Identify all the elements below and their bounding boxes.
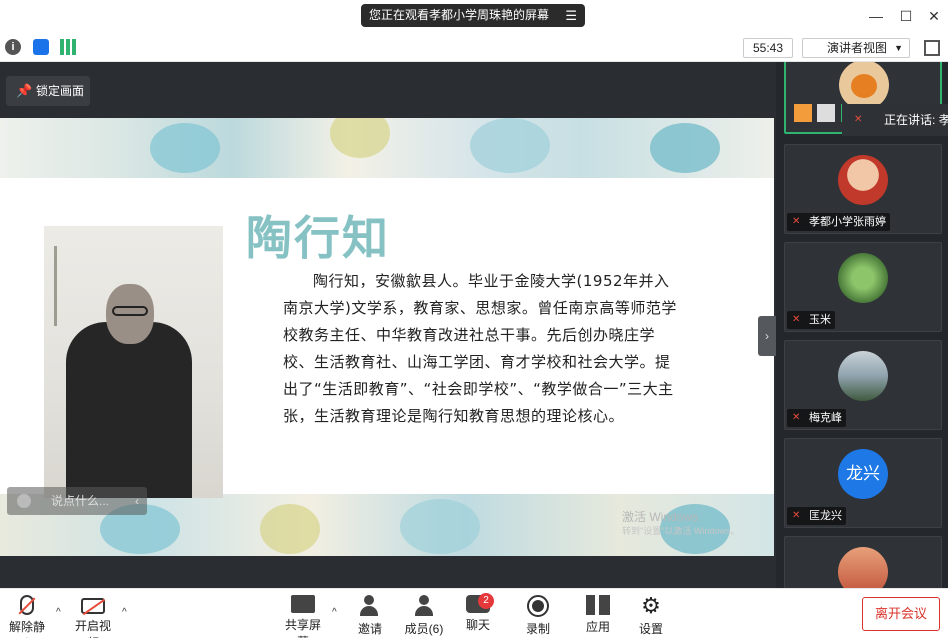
add-user-icon: [358, 595, 382, 617]
participant-name: ✕ 玉米: [787, 311, 835, 329]
shared-screen: 📌 锁定画面 陶行知 陶行知，安徽歙县人。毕业于金陵大学(1952年并入南京大学…: [0, 62, 776, 588]
settings-button[interactable]: ⚙ 设置: [637, 595, 665, 637]
start-video-button[interactable]: 开启视频: [70, 595, 116, 638]
user-icon[interactable]: [794, 104, 812, 122]
slide-body-text: 陶行知，安徽歙县人。毕业于金陵大学(1952年并入南京大学)文学系，教育家、思想…: [283, 272, 677, 425]
title-bar: 您正在观看孝都小学周珠艳的屏幕 ☰ — ☐ ✕: [0, 0, 948, 34]
bottom-control-bar: 解除静音 ^ 开启视频 ^ 共享屏幕 ^ 邀请 成员(6) 聊天 2 录制 应用…: [0, 588, 948, 638]
share-screen-button[interactable]: 共享屏幕: [280, 595, 326, 638]
collapse-panel-button[interactable]: ›: [758, 316, 776, 356]
screen-share-icon[interactable]: [817, 104, 836, 122]
record-icon: [527, 595, 549, 617]
chevron-up-icon[interactable]: ^: [56, 607, 61, 618]
participant-name: ✕ 匡龙兴: [787, 507, 846, 525]
participant-tile[interactable]: ✕ 孝都小学张雨婷: [784, 144, 942, 234]
participants-panel: ✕ 孝都小学张雨婷 ✕ 玉米 ✕ 梅克峰 龙兴 ✕ 匡龙兴: [776, 62, 948, 588]
apps-button[interactable]: 应用: [584, 595, 612, 635]
participant-avatar: [838, 155, 888, 205]
info-icon[interactable]: i: [5, 39, 21, 55]
list-menu-icon[interactable]: ☰: [565, 4, 577, 27]
slide-title: 陶行知: [246, 211, 390, 265]
tiger-avatar: [839, 62, 889, 110]
portrait-photo: [44, 226, 223, 498]
mic-muted-icon: ✕: [854, 114, 863, 125]
participant-name: ✕ 孝都小学张雨婷: [787, 213, 890, 231]
participant-tile[interactable]: ✕ 梅克峰: [784, 340, 942, 430]
members-icon: [412, 595, 436, 617]
share-screen-icon: [291, 595, 315, 613]
participant-avatar: [838, 547, 888, 588]
slide-floral-top: [0, 118, 774, 178]
mic-muted-icon: [18, 595, 36, 615]
emoji-icon[interactable]: [17, 494, 31, 508]
participant-tile[interactable]: [784, 536, 942, 588]
mic-muted-icon: ✕: [792, 314, 801, 325]
lock-view-button[interactable]: 📌 锁定画面: [6, 76, 90, 106]
chevron-up-icon[interactable]: ^: [122, 607, 127, 618]
minimize-icon[interactable]: —: [866, 6, 886, 26]
maximize-icon[interactable]: ☐: [896, 6, 916, 26]
record-button[interactable]: 录制: [524, 595, 552, 637]
leave-meeting-button[interactable]: 离开会议: [862, 597, 940, 631]
chat-input[interactable]: 说点什么... ‹: [7, 487, 147, 515]
participant-name: ✕ 梅克峰: [787, 409, 846, 427]
meeting-timer: 55:43: [743, 38, 793, 58]
sharing-notice-text: 您正在观看孝都小学周珠艳的屏幕: [369, 8, 550, 22]
signal-strength-icon[interactable]: [60, 39, 76, 55]
chevron-down-icon: ▼: [894, 43, 903, 53]
chevron-left-icon[interactable]: ‹: [135, 487, 139, 515]
speaking-indicator: ✕ 正在讲话: 孝: [842, 104, 948, 136]
members-button[interactable]: 成员(6): [404, 595, 444, 637]
participant-avatar: [838, 253, 888, 303]
chevron-up-icon[interactable]: ^: [332, 607, 337, 618]
view-mode-label: 演讲者视图: [827, 41, 888, 55]
sharing-notice[interactable]: 您正在观看孝都小学周珠艳的屏幕 ☰: [361, 4, 585, 27]
mic-muted-icon: ✕: [792, 412, 801, 423]
fullscreen-icon[interactable]: [924, 40, 940, 56]
participant-tile[interactable]: ✕ 玉米: [784, 242, 942, 332]
watermark-subtext: 转到"设置"以激活 Windows。: [622, 526, 740, 536]
chat-badge: 2: [478, 593, 494, 609]
meeting-toolbar: i 55:43 演讲者视图 ▼: [0, 34, 948, 62]
unmute-button[interactable]: 解除静音: [4, 595, 50, 638]
lock-view-label: 锁定画面: [36, 84, 85, 98]
apps-icon: [586, 595, 610, 615]
chat-placeholder: 说点什么...: [51, 494, 110, 508]
participant-tile[interactable]: 龙兴 ✕ 匡龙兴: [784, 438, 942, 528]
participant-avatar: 龙兴: [838, 449, 888, 499]
invite-button[interactable]: 邀请: [356, 595, 384, 637]
gear-icon: ⚙: [641, 593, 661, 618]
watermark-text: 激活 Windows: [622, 510, 699, 524]
security-shield-icon[interactable]: [33, 39, 49, 55]
mic-muted-icon: ✕: [792, 216, 801, 227]
pin-icon: 📌: [16, 83, 33, 98]
mic-muted-icon: ✕: [792, 510, 801, 521]
view-mode-dropdown[interactable]: 演讲者视图 ▼: [802, 38, 910, 58]
video-off-icon: [81, 598, 106, 616]
close-icon[interactable]: ✕: [924, 6, 944, 26]
participant-avatar: [838, 351, 888, 401]
